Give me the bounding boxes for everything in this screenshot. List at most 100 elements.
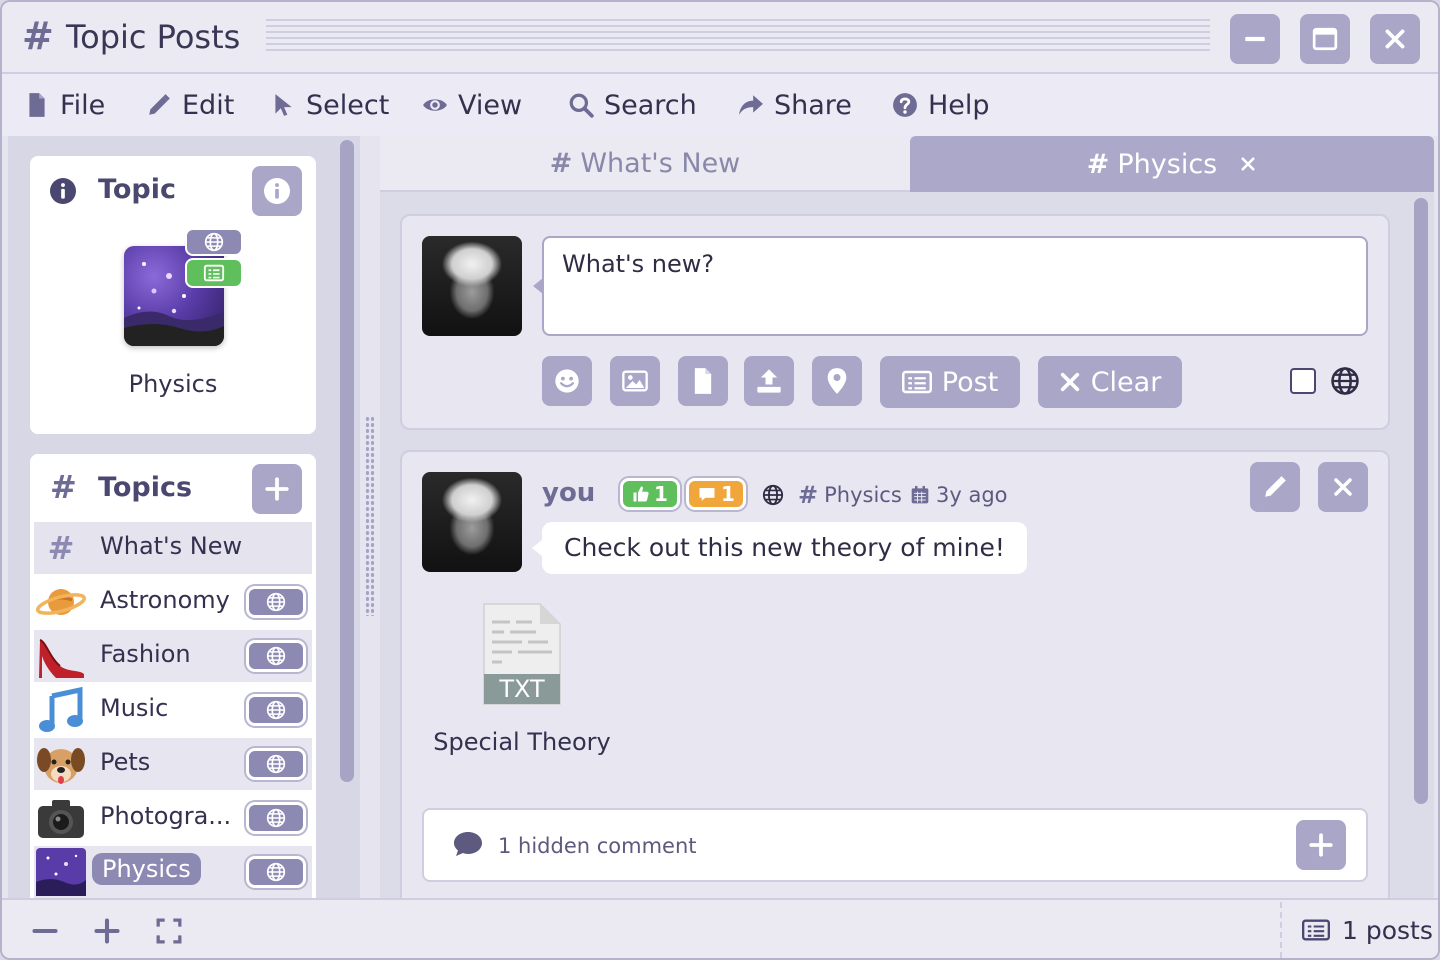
status-bar xyxy=(2,898,1438,958)
status-divider xyxy=(1280,902,1282,958)
menu-file[interactable]: File xyxy=(24,86,105,124)
public-badge xyxy=(246,748,306,780)
like-count: 1 xyxy=(654,482,668,506)
pointer-icon xyxy=(275,94,292,116)
add-topic-button[interactable] xyxy=(252,464,302,514)
post-author[interactable]: you xyxy=(542,478,595,508)
hash-icon: # xyxy=(22,14,54,58)
comment-icon xyxy=(699,488,715,501)
globe-icon xyxy=(204,232,224,252)
public-badge xyxy=(185,228,243,256)
minimize-button[interactable] xyxy=(1230,14,1280,64)
menu-bar: File Edit Select View Search Share Help xyxy=(2,74,1438,136)
app-window: # Topic Posts File Edit Select View Sear… xyxy=(0,0,1440,960)
high-heel-icon xyxy=(36,632,86,680)
menu-select[interactable]: Select xyxy=(270,86,389,124)
delete-post-button[interactable] xyxy=(1318,462,1368,512)
topic-item-fashion[interactable]: Fashion xyxy=(34,630,312,682)
close-icon xyxy=(1385,29,1405,49)
post-topic: Physics xyxy=(824,483,902,507)
attachment-name[interactable]: Special Theory xyxy=(422,728,622,756)
planet-icon xyxy=(36,578,86,626)
topic-item-whats-new[interactable]: # What's New xyxy=(34,522,312,574)
clear-button-label: Clear xyxy=(1090,366,1162,398)
close-icon xyxy=(1334,478,1352,496)
topic-item-label: Photogra... xyxy=(100,802,232,830)
comment-icon xyxy=(454,832,482,856)
plus-icon xyxy=(265,477,289,501)
hash-icon: # xyxy=(549,147,573,179)
title-drag-area[interactable] xyxy=(266,19,1210,55)
menu-search[interactable]: Search xyxy=(568,86,697,124)
like-badge[interactable]: 1 xyxy=(620,478,680,510)
topics-title: Topics xyxy=(98,472,193,503)
maximize-icon xyxy=(1312,27,1338,51)
title-bar[interactable]: # Topic Posts xyxy=(2,2,1438,74)
post-button[interactable]: Post xyxy=(880,356,1020,408)
map-pin-icon xyxy=(827,368,847,394)
menu-share[interactable]: Share xyxy=(738,86,852,124)
menu-help[interactable]: Help xyxy=(892,86,990,124)
minimize-icon xyxy=(1245,36,1265,42)
topic-item-pets[interactable]: Pets xyxy=(34,738,312,790)
image-button[interactable] xyxy=(610,356,660,406)
menu-view[interactable]: View xyxy=(422,86,522,124)
newspaper-icon xyxy=(1302,919,1330,941)
expand-icon xyxy=(156,918,182,944)
topic-info-button[interactable] xyxy=(252,166,302,216)
close-tab-icon[interactable] xyxy=(1239,155,1257,173)
window-title: Topic Posts xyxy=(66,18,241,56)
posts-scrollbar[interactable] xyxy=(1414,198,1428,804)
topic-card: Topic Physics xyxy=(30,156,316,434)
info-icon xyxy=(264,178,290,204)
topic-item-astronomy[interactable]: Astronomy xyxy=(34,576,312,628)
menu-edit[interactable]: Edit xyxy=(146,86,234,124)
emoji-button[interactable] xyxy=(542,356,592,406)
file-type: TXT xyxy=(499,675,545,703)
post-topic-link[interactable]: # Physics xyxy=(798,480,902,510)
topic-item-physics[interactable]: Physics xyxy=(34,846,312,898)
menu-share-label: Share xyxy=(774,89,852,121)
zoom-in-button[interactable] xyxy=(90,914,124,948)
tab-physics[interactable]: # Physics xyxy=(910,136,1434,192)
music-note-icon xyxy=(36,686,86,734)
topic-item-label: Pets xyxy=(100,748,151,776)
sidebar-scrollbar[interactable] xyxy=(340,140,354,782)
txt-file-icon[interactable]: TXT xyxy=(482,602,562,706)
splitter-grip[interactable] xyxy=(365,416,375,616)
plus-icon xyxy=(1309,833,1333,857)
tab-label: Physics xyxy=(1117,148,1218,180)
help-icon xyxy=(893,93,917,117)
comment-count-badge[interactable]: 1 xyxy=(686,478,746,510)
public-badge xyxy=(246,694,306,726)
close-window-button[interactable] xyxy=(1370,14,1420,64)
fullscreen-button[interactable] xyxy=(152,914,186,948)
topic-item-music[interactable]: Music xyxy=(34,684,312,736)
zoom-out-button[interactable] xyxy=(28,914,62,948)
search-icon xyxy=(569,93,594,118)
camera-icon xyxy=(36,794,86,842)
post-text: Check out this new theory of mine! xyxy=(542,522,1027,574)
post-input[interactable]: What's new? xyxy=(542,236,1368,336)
clear-button[interactable]: Clear xyxy=(1038,356,1182,408)
globe-icon xyxy=(266,808,286,828)
menu-help-label: Help xyxy=(928,89,990,121)
newspaper-icon xyxy=(901,370,932,394)
maximize-button[interactable] xyxy=(1300,14,1350,64)
attach-file-button[interactable] xyxy=(678,356,728,406)
public-badge xyxy=(246,586,306,618)
edit-post-button[interactable] xyxy=(1250,462,1300,512)
tab-whats-new[interactable]: # What's New xyxy=(380,136,910,192)
share-icon xyxy=(739,95,763,115)
pencil-icon xyxy=(149,94,170,115)
location-button[interactable] xyxy=(812,356,862,406)
public-checkbox[interactable] xyxy=(1290,368,1316,394)
add-comment-button[interactable] xyxy=(1296,820,1346,870)
topic-item-photography[interactable]: Photogra... xyxy=(34,792,312,844)
upload-button[interactable] xyxy=(744,356,794,406)
tab-label: What's New xyxy=(580,147,741,179)
public-badge xyxy=(246,802,306,834)
hidden-comments-label[interactable]: 1 hidden comment xyxy=(498,834,697,858)
topic-name: Physics xyxy=(128,370,218,398)
menu-search-label: Search xyxy=(604,89,697,121)
